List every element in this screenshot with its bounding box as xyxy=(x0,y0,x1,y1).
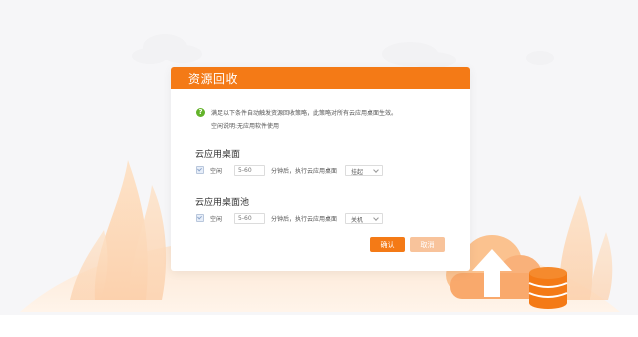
footer-strip xyxy=(0,315,638,337)
rule-text: 分钟后，执行云应用桌面 xyxy=(271,167,338,175)
idle-label: 空闲 xyxy=(210,215,223,223)
cancel-button[interactable]: 取消 xyxy=(410,237,445,252)
question-circle-icon: ? xyxy=(196,108,205,117)
dialog-header: 资源回收 xyxy=(171,67,470,89)
idle-minutes-input[interactable] xyxy=(234,212,266,224)
rule-text: 分钟后，执行云应用桌面 xyxy=(271,215,338,223)
cloud-desktop-pool-rule-row: 空闲 分钟后，执行云应用桌面 关机 xyxy=(196,212,384,224)
idle-description: 空闲说明:无应用软件使用 xyxy=(211,123,280,130)
resource-recycle-dialog: 资源回收 ? 满足以下条件自动触发资源回收策略，此策略对所有云应用桌面生效。 空… xyxy=(171,67,470,271)
action-select[interactable]: 挂起 xyxy=(345,164,384,176)
chevron-down-icon xyxy=(373,214,379,221)
action-select[interactable]: 关机 xyxy=(345,212,384,224)
hint-text: 满足以下条件自动触发资源回收策略，此策略对所有云应用桌面生效。 xyxy=(211,110,398,117)
action-select-value: 挂起 xyxy=(351,168,364,176)
section-title-cloud-desktop: 云应用桌面 xyxy=(195,150,241,160)
dialog-title: 资源回收 xyxy=(188,71,239,86)
idle-label: 空闲 xyxy=(210,167,223,175)
idle-minutes-input[interactable] xyxy=(234,164,266,176)
chevron-down-icon xyxy=(373,166,379,173)
idle-checkbox[interactable] xyxy=(196,166,204,174)
cloud-desktop-rule-row: 空闲 分钟后，执行云应用桌面 挂起 xyxy=(196,164,384,176)
idle-checkbox[interactable] xyxy=(196,214,204,222)
section-title-cloud-desktop-pool: 云应用桌面池 xyxy=(195,198,250,208)
action-select-value: 关机 xyxy=(351,216,364,224)
confirm-button[interactable]: 确认 xyxy=(370,237,405,252)
